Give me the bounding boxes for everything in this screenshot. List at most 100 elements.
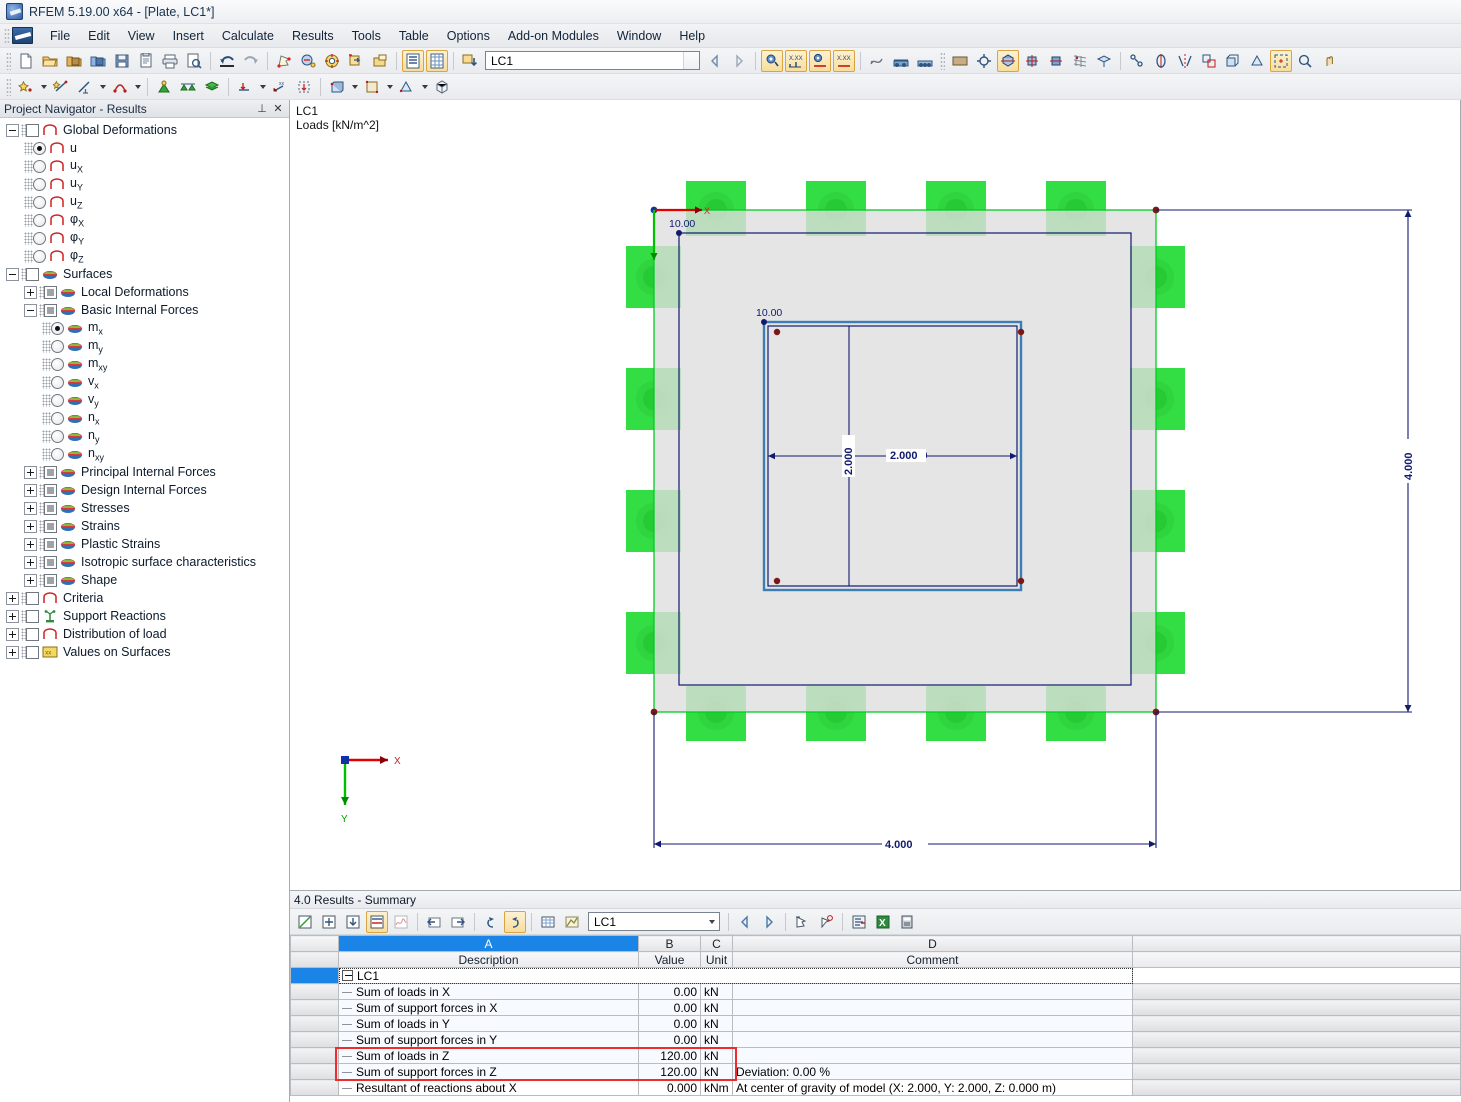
results-previous-table-button[interactable] <box>423 911 445 933</box>
row-gutter[interactable] <box>291 984 339 1000</box>
row-description[interactable]: Sum of loads in Z <box>339 1048 639 1064</box>
tree-checkbox[interactable] <box>44 484 57 497</box>
row-gutter-selected[interactable] <box>291 968 339 984</box>
rotate-button[interactable] <box>1150 50 1172 72</box>
table-row[interactable]: Resultant of reactions about X0.000kNmAt… <box>291 1080 1461 1096</box>
row-value[interactable]: 0.00 <box>639 1000 701 1016</box>
tree-radio[interactable] <box>51 412 64 425</box>
load-case-combo[interactable]: LC1 <box>485 51 700 70</box>
new-node-dropdown-arrow[interactable] <box>38 76 49 98</box>
tree-item-stresses[interactable]: Stresses <box>2 499 289 517</box>
new-opening-dropdown-arrow[interactable] <box>384 76 395 98</box>
table-row[interactable]: Sum of support forces in X0.00kN <box>291 1000 1461 1016</box>
tree-item-[interactable]: φZ <box>2 247 289 265</box>
row-value[interactable]: 0.00 <box>639 984 701 1000</box>
expand-icon[interactable] <box>6 646 19 659</box>
menu-item-options[interactable]: Options <box>438 26 499 46</box>
tree-item-local-deformations[interactable]: Local Deformations <box>2 283 289 301</box>
row-gutter[interactable] <box>291 1080 339 1096</box>
row-description[interactable]: Sum of support forces in Y <box>339 1032 639 1048</box>
tree-checkbox[interactable] <box>26 124 39 137</box>
results-filter-button[interactable] <box>366 911 388 933</box>
tree-item-surfaces[interactable]: Surfaces <box>2 265 289 283</box>
tree-radio[interactable] <box>51 322 64 335</box>
tree-checkbox[interactable] <box>44 466 57 479</box>
results-export-excel-button[interactable]: X <box>872 911 894 933</box>
tree-checkbox[interactable] <box>26 592 39 605</box>
row-comment[interactable]: Deviation: 0.00 % <box>733 1064 1133 1080</box>
tree-item-support-reactions[interactable]: Support Reactions <box>2 607 289 625</box>
show-table-grid-button[interactable] <box>426 50 448 72</box>
select-objects-button[interactable] <box>273 50 295 72</box>
save-button[interactable] <box>111 50 133 72</box>
new-dimension-dropdown-arrow[interactable] <box>97 76 108 98</box>
new-opening-button[interactable] <box>361 76 383 98</box>
expand-icon[interactable] <box>24 538 37 551</box>
menu-item-calculate[interactable]: Calculate <box>213 26 283 46</box>
new-node-button[interactable] <box>15 76 37 98</box>
row-comment[interactable] <box>733 984 1133 1000</box>
tree-item-values-on-surfaces[interactable]: xxValues on Surfaces <box>2 643 289 661</box>
tree-item-n[interactable]: ny <box>2 427 289 445</box>
expand-icon[interactable] <box>6 592 19 605</box>
new-block-button[interactable] <box>431 76 453 98</box>
tree-radio[interactable] <box>51 448 64 461</box>
show-loads-button[interactable] <box>761 50 783 72</box>
tree-item-shape[interactable]: Shape <box>2 571 289 589</box>
menu-item-file[interactable]: File <box>41 26 79 46</box>
tree-item-[interactable]: φX <box>2 211 289 229</box>
results-calculator-button[interactable] <box>896 911 918 933</box>
save-all-button[interactable] <box>135 50 157 72</box>
show-load-values-button[interactable]: X.XX <box>785 50 807 72</box>
menu-item-tools[interactable]: Tools <box>343 26 390 46</box>
tree-item-n[interactable]: nx <box>2 409 289 427</box>
tree-item-v[interactable]: vx <box>2 373 289 391</box>
tree-item-global-deformations[interactable]: Global Deformations <box>2 121 289 139</box>
select-all-button[interactable] <box>321 50 343 72</box>
tree-item-[interactable]: φY <box>2 229 289 247</box>
tree-radio[interactable] <box>33 178 46 191</box>
new-nodal-load-button[interactable] <box>234 76 256 98</box>
scale-button[interactable] <box>1198 50 1220 72</box>
tree-item-n[interactable]: nxy <box>2 445 289 463</box>
show-grid-button[interactable] <box>1069 50 1091 72</box>
row-description[interactable]: Sum of loads in X <box>339 984 639 1000</box>
tree-item-design-internal-forces[interactable]: Design Internal Forces <box>2 481 289 499</box>
results-undo-button[interactable] <box>480 911 502 933</box>
snap-settings-button[interactable] <box>973 50 995 72</box>
new-line-button[interactable] <box>50 76 72 98</box>
results-select-in-model-button[interactable] <box>791 911 813 933</box>
new-line-support-button[interactable] <box>177 76 199 98</box>
tree-item-u[interactable]: uY <box>2 175 289 193</box>
tree-radio[interactable] <box>33 142 46 155</box>
tree-radio[interactable] <box>33 196 46 209</box>
results-previous-case-button[interactable] <box>734 911 756 933</box>
import-load-case-button[interactable] <box>459 50 481 72</box>
new-mesh-dropdown-arrow[interactable] <box>419 76 430 98</box>
results-table[interactable]: A B C D DescriptionValueUnitCommentLC1Su… <box>290 935 1461 1096</box>
tree-checkbox[interactable] <box>44 520 57 533</box>
group-collapse-icon[interactable] <box>342 970 353 981</box>
print-button[interactable] <box>159 50 181 72</box>
tree-radio[interactable] <box>33 160 46 173</box>
tree-radio[interactable] <box>51 358 64 371</box>
expand-icon[interactable] <box>24 484 37 497</box>
group-label-cell[interactable]: LC1 <box>339 968 1133 984</box>
menu-item-help[interactable]: Help <box>670 26 714 46</box>
tree-checkbox[interactable] <box>44 556 57 569</box>
expand-icon[interactable] <box>6 610 19 623</box>
open-network-button[interactable] <box>87 50 109 72</box>
project-button[interactable] <box>1246 50 1268 72</box>
toolbar-grip-2[interactable] <box>940 52 945 70</box>
select-by-window-button[interactable] <box>297 50 319 72</box>
tree-item-plastic-strains[interactable]: Plastic Strains <box>2 535 289 553</box>
results-next-case-button[interactable] <box>758 911 780 933</box>
tree-checkbox[interactable] <box>26 628 39 641</box>
new-solid-button[interactable] <box>326 76 348 98</box>
perspective-view-button[interactable] <box>997 50 1019 72</box>
tree-item-v[interactable]: vy <box>2 391 289 409</box>
tree-item-distribution-of-load[interactable]: Distribution of load <box>2 625 289 643</box>
new-surface-load-button[interactable]: xx <box>269 76 291 98</box>
results-diagram-button[interactable] <box>390 911 412 933</box>
open-project-button[interactable] <box>63 50 85 72</box>
